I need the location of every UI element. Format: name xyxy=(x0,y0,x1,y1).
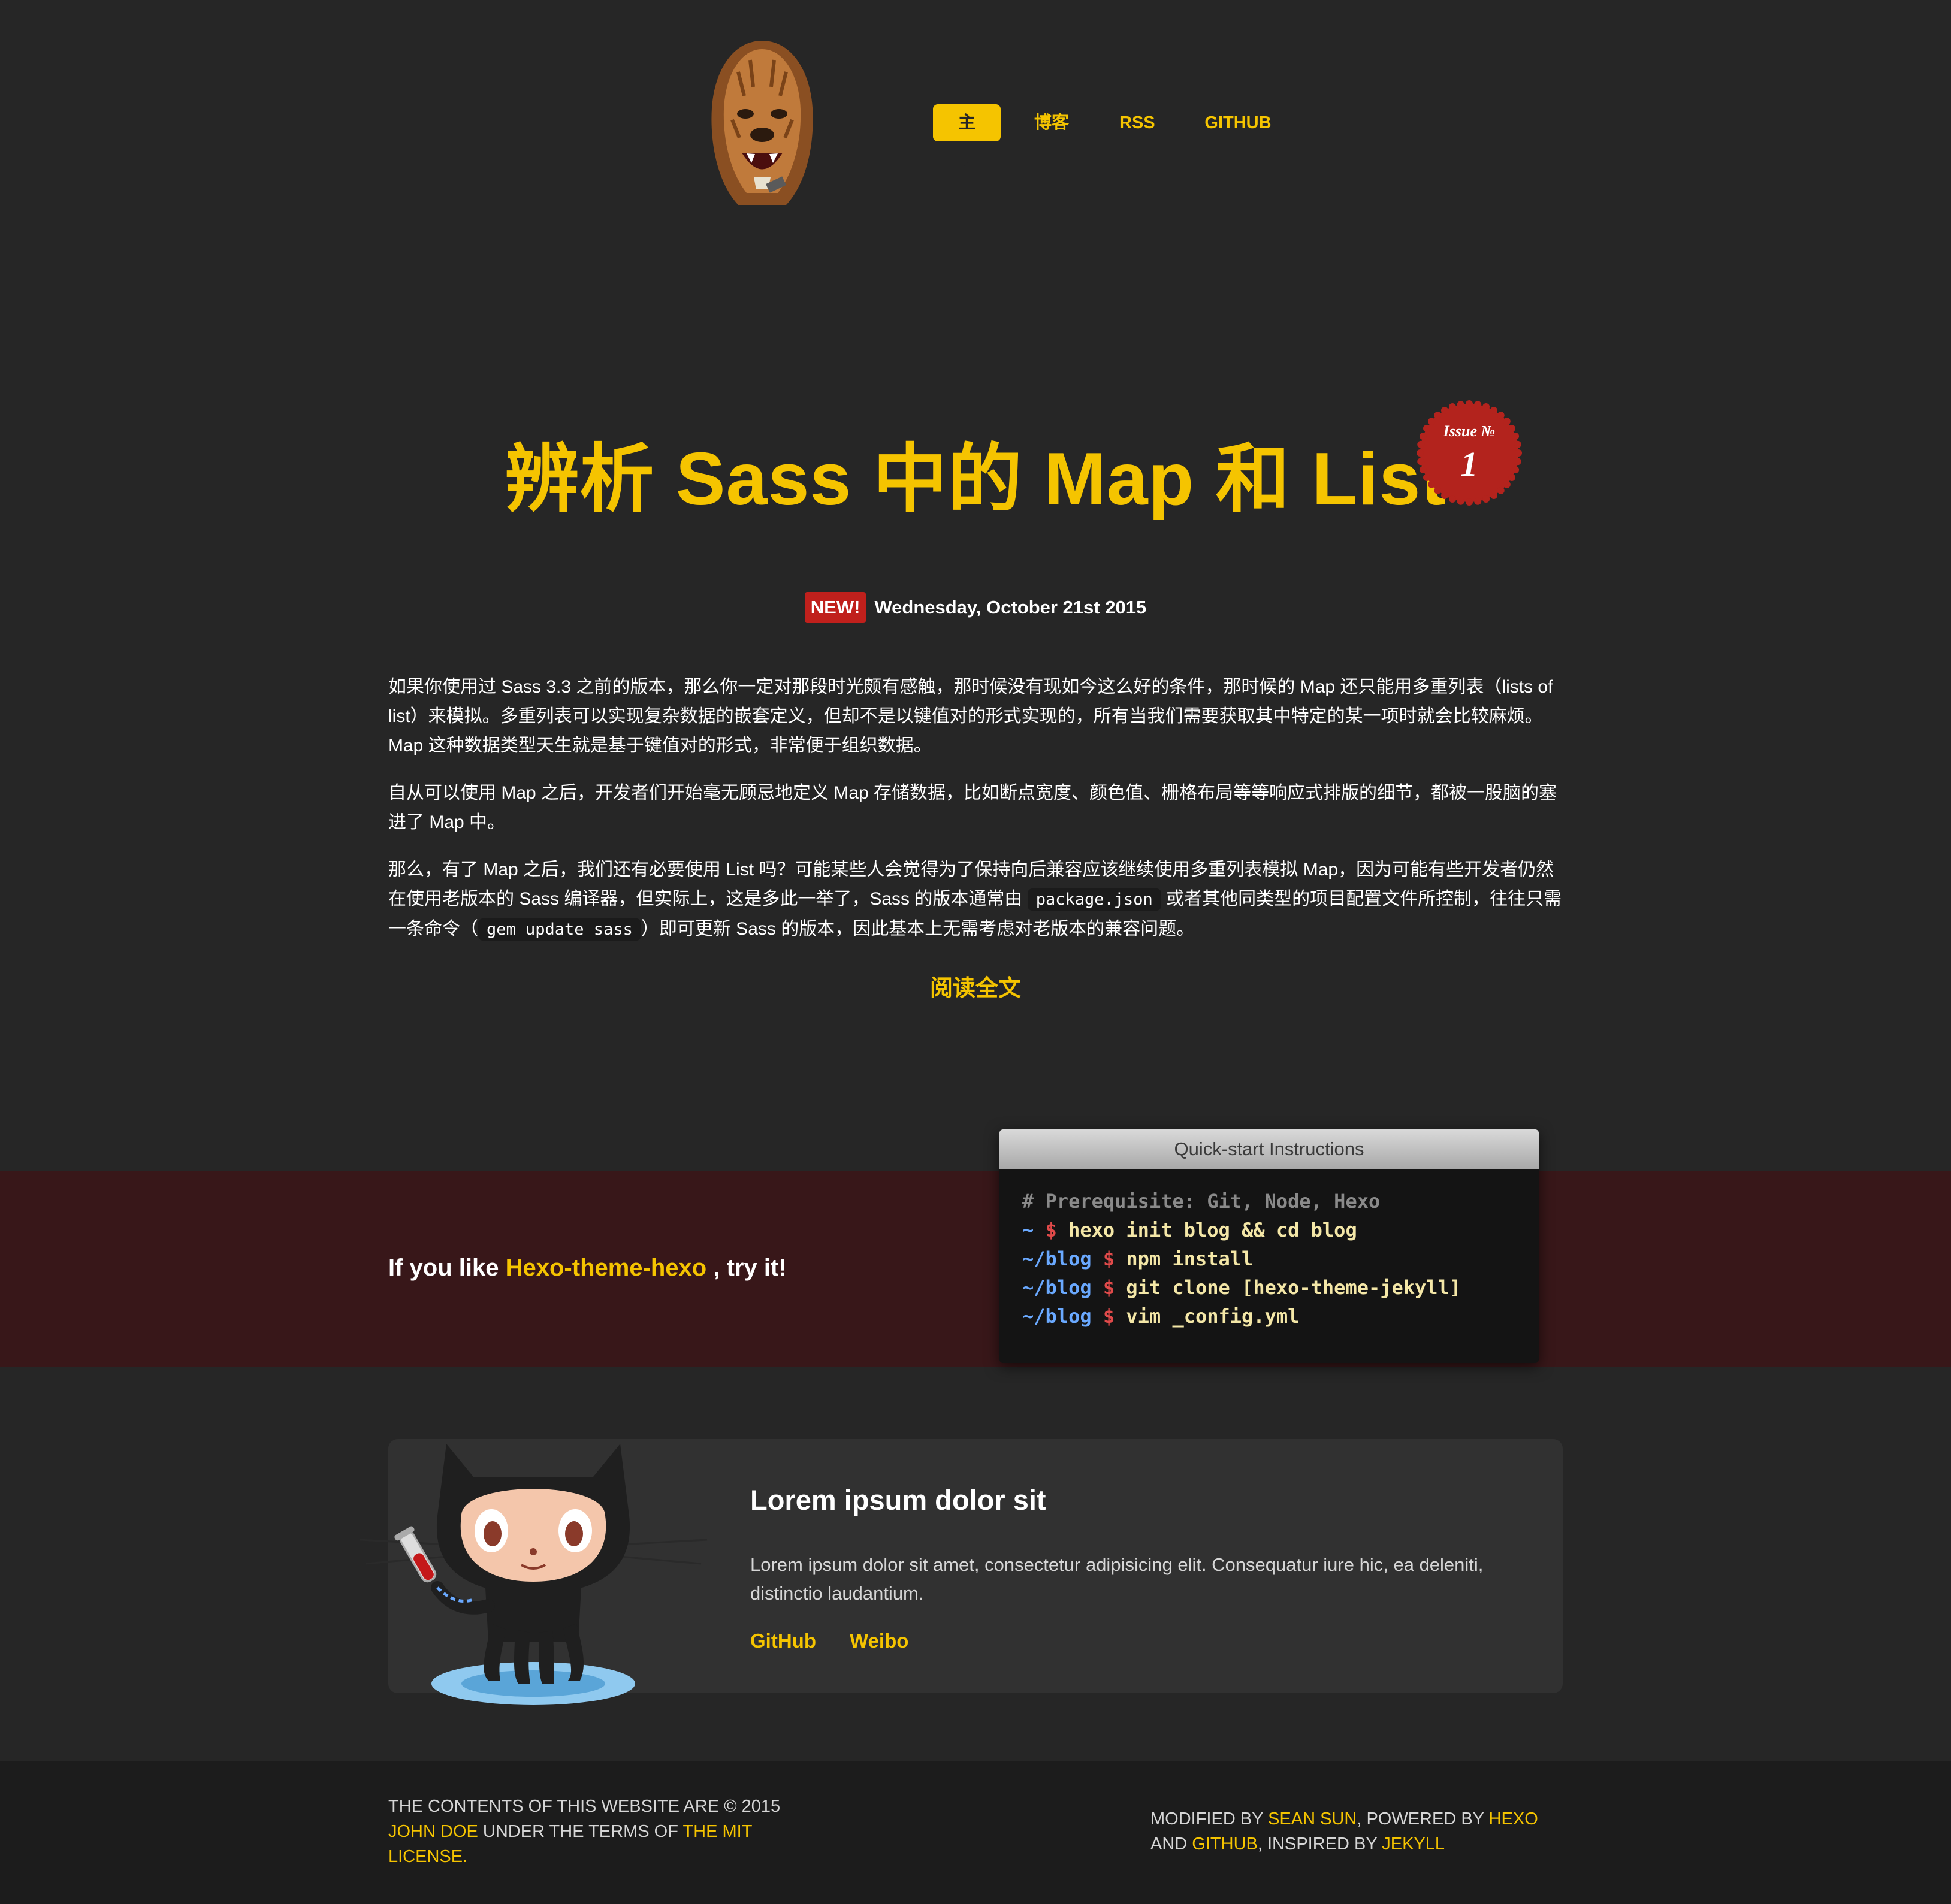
card-link-weibo[interactable]: Weibo xyxy=(850,1630,908,1652)
terminal-line: ~/blog $ npm install xyxy=(1022,1244,1516,1273)
terminal-command: hexo init blog && cd blog xyxy=(1068,1219,1357,1241)
code-package-json: package.json xyxy=(1027,888,1161,911)
footer-text: under the terms of xyxy=(478,1822,683,1841)
terminal-prompt: $ xyxy=(1045,1219,1057,1241)
issue-label: Issue № xyxy=(1443,422,1496,440)
nav-home[interactable]: 主页 xyxy=(933,104,1001,170)
promo-prefix: If you like xyxy=(388,1255,506,1281)
nav-blog[interactable]: 博客 xyxy=(1017,104,1086,141)
terminal-path: ~/blog xyxy=(1022,1247,1092,1270)
terminal-comment: # Prerequisite: Git, Node, Hexo xyxy=(1022,1190,1381,1213)
paragraph-2: 自从可以使用 Map 之后，开发者们开始毫无顾忌地定义 Map 存储数据，比如断… xyxy=(388,783,1557,832)
post-title[interactable]: 辨析 Sass 中的 Map 和 List xyxy=(0,425,1951,533)
card-title: Lorem ipsum dolor sit xyxy=(750,1484,1046,1516)
terminal-line: ~/blog $ git clone [hexo-theme-jekyll] xyxy=(1022,1273,1516,1302)
terminal-prompt: $ xyxy=(1103,1276,1115,1299)
terminal-command: git clone [hexo-theme-jekyll] xyxy=(1126,1276,1461,1299)
terminal-prompt: $ xyxy=(1103,1305,1115,1328)
promo-text: If you like Hexo-theme-hexo , try it! xyxy=(388,1255,787,1282)
terminal-path: ~/blog xyxy=(1022,1276,1092,1299)
terminal-path: ~/blog xyxy=(1022,1305,1092,1328)
footer-github-link[interactable]: GitHub xyxy=(1192,1835,1258,1854)
terminal-command: npm install xyxy=(1126,1247,1254,1270)
promo-suffix: , try it! xyxy=(706,1255,787,1281)
issue-number: 1 xyxy=(1461,445,1478,483)
code-gem-update: gem update sass xyxy=(478,918,641,941)
footer-credits: Modified by Sean Sun, powered by Hexo an… xyxy=(1150,1806,1570,1857)
promo-band xyxy=(0,1171,1951,1367)
footer-text: Modified by xyxy=(1150,1809,1269,1829)
footer-author-link[interactable]: John Doe xyxy=(388,1822,478,1841)
footer-text: , inspired by xyxy=(1257,1835,1382,1854)
post-excerpt: 如果你使用过 Sass 3.3 之前的版本，那么你一定对那段时光颇有感触，那时候… xyxy=(388,672,1563,962)
card-link-github[interactable]: GitHub xyxy=(750,1630,816,1652)
footer-hexo-link[interactable]: Hexo xyxy=(1489,1809,1538,1829)
wookiee-avatar-logo[interactable] xyxy=(696,36,828,210)
terminal-prompt: $ xyxy=(1103,1247,1115,1270)
paragraph-3-text-c: ）即可更新 Sass 的版本，因此基本上无需考虑对老版本的兼容问题。 xyxy=(641,919,1195,939)
post-date: Wednesday, October 21st 2015 xyxy=(874,597,1147,618)
footer-text: . xyxy=(463,1847,468,1866)
post-meta: NEW! Wednesday, October 21st 2015 xyxy=(0,592,1951,623)
card-text: Lorem ipsum dolor sit amet, consectetur … xyxy=(750,1554,1484,1604)
terminal-body: # Prerequisite: Git, Node, Hexo ~ $ hexo… xyxy=(999,1169,1539,1349)
footer-copyright: The contents of this website are © 2015 … xyxy=(388,1794,808,1869)
nav-rss[interactable]: RSS xyxy=(1103,104,1171,141)
footer xyxy=(0,1761,1951,1904)
footer-text: and xyxy=(1150,1835,1192,1854)
footer-modifier-link[interactable]: Sean Sun xyxy=(1268,1809,1357,1829)
terminal-line: ~ $ hexo init blog && cd blog xyxy=(1022,1216,1516,1244)
footer-jekyll-link[interactable]: Jekyll xyxy=(1382,1835,1445,1854)
terminal-title: Quick-start Instructions xyxy=(999,1129,1539,1169)
read-more-link[interactable]: 阅读全文 xyxy=(0,969,1951,1002)
paragraph-3: 那么，有了 Map 之后，我们还有必要使用 List 吗？可能某些人会觉得为了保… xyxy=(388,855,1563,944)
octocat-illustration xyxy=(359,1444,708,1705)
paragraph-1: 如果你使用过 Sass 3.3 之前的版本，那么你一定对那段时光颇有感触，那时候… xyxy=(388,677,1553,755)
terminal-line: ~/blog $ vim _config.yml xyxy=(1022,1302,1516,1331)
issue-number-badge: Issue № 1 xyxy=(1417,400,1522,506)
nav-github[interactable]: GITHUB xyxy=(1188,104,1288,141)
terminal-path: ~ xyxy=(1022,1219,1034,1241)
footer-text: The contents of this website are © 2015 xyxy=(388,1797,781,1816)
promo-theme-link[interactable]: Hexo-theme-hexo xyxy=(506,1255,707,1281)
quickstart-terminal: Quick-start Instructions # Prerequisite:… xyxy=(999,1129,1539,1363)
new-badge: NEW! xyxy=(804,592,866,623)
terminal-command: vim _config.yml xyxy=(1126,1305,1300,1328)
footer-text: , powered by xyxy=(1357,1809,1489,1829)
